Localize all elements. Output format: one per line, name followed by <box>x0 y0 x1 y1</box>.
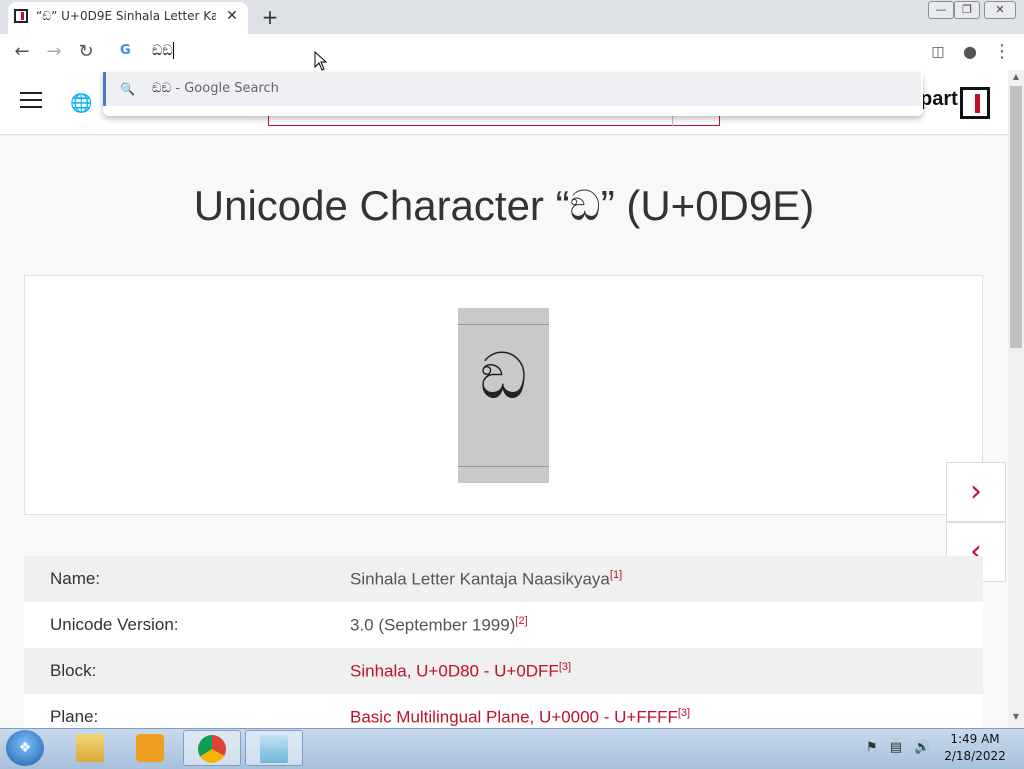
site-logo-icon[interactable] <box>960 87 990 119</box>
clock-date[interactable]: 2/18/2022 <box>940 749 1010 763</box>
clock-time[interactable]: 1:49 AM <box>940 732 1010 746</box>
taskbar-chrome[interactable] <box>183 730 241 766</box>
volume-icon[interactable]: 🔊 <box>914 740 930 755</box>
row-value: 3.0 (September 1999)[2] <box>350 615 528 635</box>
next-character-button[interactable]: › <box>946 462 1006 522</box>
glyph-ascender-line <box>458 324 549 325</box>
notepad-icon <box>260 735 288 763</box>
glyph-character: ඞ <box>479 340 528 414</box>
media-player-icon <box>136 734 164 762</box>
page-title: Unicode Character “ඞ” (U+0D9E) <box>193 182 815 229</box>
table-row: Name: Sinhala Letter Kantaja Naasikyaya[… <box>24 556 983 602</box>
row-label: Plane: <box>50 707 99 726</box>
suggestion-query: ඞඞ <box>152 81 172 96</box>
search-icon: 🔍 <box>120 82 135 96</box>
taskbar-media-player[interactable] <box>122 730 180 766</box>
scrollbar-thumb[interactable] <box>1010 86 1022 348</box>
plane-link[interactable]: Basic Multilingual Plane, U+0000 - U+FFF… <box>350 707 690 728</box>
menu-kebab-icon[interactable]: ⋮ <box>990 40 1014 64</box>
address-bar[interactable] <box>103 34 923 72</box>
system-tray[interactable]: ⚑ ▤ 🔊 <box>866 740 930 755</box>
scroll-up-icon[interactable]: ▲ <box>1008 72 1024 84</box>
suggestion-suffix: - Google Search <box>171 81 279 96</box>
windows-logo-icon: ❖ <box>18 740 32 756</box>
glyph-baseline-line <box>458 466 549 467</box>
forward-arrow-icon[interactable]: → <box>42 40 66 64</box>
reload-icon[interactable]: ↻ <box>74 40 98 64</box>
scroll-down-icon[interactable]: ▼ <box>1008 712 1024 724</box>
folder-icon <box>76 734 104 762</box>
row-label: Name: <box>50 569 101 588</box>
minimize-button[interactable]: — <box>928 1 954 19</box>
reference-link[interactable]: [1] <box>610 569 622 581</box>
suggestion-text: ඞඞ - Google Search <box>152 81 279 96</box>
maximize-button[interactable]: ❐ <box>954 1 980 19</box>
row-label: Unicode Version: <box>50 615 179 634</box>
address-input[interactable]: ඞඞ <box>152 43 173 59</box>
mouse-cursor-icon <box>314 51 328 71</box>
action-center-icon[interactable]: ⚑ <box>866 740 878 755</box>
text-caret <box>173 42 174 59</box>
table-row: Block: Sinhala, U+0D80 - U+0DFF[3] <box>24 648 983 694</box>
taskbar-file-explorer[interactable] <box>62 730 120 766</box>
chrome-icon <box>198 735 226 763</box>
block-link[interactable]: Sinhala, U+0D80 - U+0DFF[3] <box>350 661 571 682</box>
site-logo-text[interactable]: part <box>920 88 958 111</box>
reference-link[interactable]: [3] <box>678 707 690 719</box>
globe-icon[interactable]: 🌐 <box>70 93 92 114</box>
google-g-icon: G <box>120 43 131 58</box>
reference-link[interactable]: [2] <box>515 615 527 627</box>
site-favicon-icon <box>14 9 28 23</box>
tab-title: “ඞ” U+0D9E Sinhala Letter Kanta <box>36 9 216 23</box>
reference-link[interactable]: [3] <box>559 661 571 673</box>
tab-close-icon[interactable]: ✕ <box>222 6 242 26</box>
row-value: Sinhala Letter Kantaja Naasikyaya[1] <box>350 569 623 589</box>
taskbar-notepad[interactable] <box>245 730 303 766</box>
new-tab-button[interactable]: + <box>258 5 282 29</box>
side-panel-icon[interactable]: ◫ <box>926 40 950 64</box>
profile-avatar-icon[interactable]: ● <box>958 40 982 64</box>
network-icon[interactable]: ▤ <box>890 740 902 755</box>
row-label: Block: <box>50 661 97 680</box>
hamburger-menu-icon[interactable] <box>20 92 42 108</box>
back-arrow-icon[interactable]: ← <box>10 40 34 64</box>
close-window-button[interactable]: ✕ <box>984 1 1016 19</box>
table-row: Unicode Version: 3.0 (September 1999)[2] <box>24 602 983 648</box>
